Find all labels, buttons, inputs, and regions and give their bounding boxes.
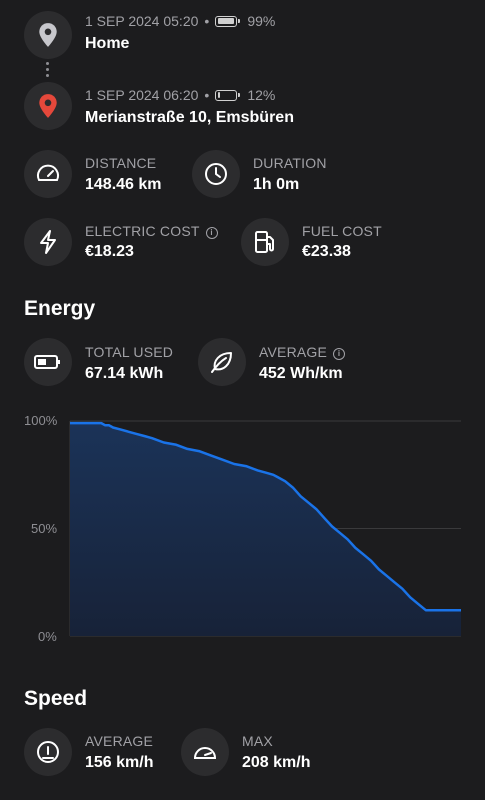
total-used-label: TOTAL USED xyxy=(85,344,174,360)
start-location-badge xyxy=(24,11,72,59)
electric-cost-badge xyxy=(24,218,72,266)
y-tick-label: 0% xyxy=(38,629,57,644)
speedometer-icon xyxy=(193,747,217,759)
total-used-badge xyxy=(24,338,72,386)
duration-badge xyxy=(192,150,240,198)
speed-max-label: MAX xyxy=(242,733,273,749)
fuel-pump-icon xyxy=(255,231,274,253)
end-location-badge xyxy=(24,82,72,130)
chart-gridlines xyxy=(69,420,461,637)
leaf-icon xyxy=(211,352,232,373)
end-datetime: 1 SEP 2024 06:20 xyxy=(85,87,199,103)
energy-section-title: Energy xyxy=(24,297,96,320)
clock-icon xyxy=(205,163,227,185)
separator-dot: • xyxy=(204,13,210,29)
battery-level-line xyxy=(70,421,461,612)
end-battery: 12% xyxy=(247,87,276,103)
battery-full-icon xyxy=(215,15,241,27)
battery-level-area xyxy=(70,423,461,636)
electric-cost-label: ELECTRIC COST i xyxy=(85,223,218,239)
info-icon[interactable]: i xyxy=(333,348,346,360)
total-used-value: 67.14 kWh xyxy=(85,365,164,382)
speed-max-badge xyxy=(181,728,229,776)
battery-low-icon xyxy=(215,89,241,101)
distance-label: DISTANCE xyxy=(85,155,157,171)
separator-dot: • xyxy=(204,87,210,103)
info-icon[interactable]: i xyxy=(205,227,218,239)
y-tick-label: 100% xyxy=(24,413,58,428)
location-pin-icon xyxy=(39,94,57,118)
fuel-cost-label: FUEL COST xyxy=(302,223,382,239)
end-meta: 1 SEP 2024 06:20 • 12% xyxy=(85,87,275,103)
start-battery: 99% xyxy=(247,13,276,29)
distance-badge xyxy=(24,150,72,198)
energy-average-label: AVERAGE i xyxy=(259,344,346,360)
location-pin-icon xyxy=(39,23,57,47)
speed-average-badge xyxy=(24,728,72,776)
speed-section-title: Speed xyxy=(24,687,88,710)
start-datetime: 1 SEP 2024 05:20 xyxy=(85,13,199,29)
route-connector xyxy=(46,62,50,77)
battery-icon xyxy=(34,355,60,369)
end-place: Merianstraße 10, Emsbüren xyxy=(85,109,294,126)
duration-value: 1h 0m xyxy=(253,176,300,193)
energy-average-label-text: AVERAGE xyxy=(259,344,328,360)
speed-average-label: AVERAGE xyxy=(85,733,154,749)
start-place: Home xyxy=(85,35,130,52)
start-meta: 1 SEP 2024 05:20 • 99% xyxy=(85,13,275,29)
fuel-cost-value: €23.38 xyxy=(302,243,351,260)
energy-average-value: 452 Wh/km xyxy=(259,365,343,382)
speed-average-value: 156 km/h xyxy=(85,754,154,771)
duration-label: DURATION xyxy=(253,155,327,171)
speedometer-icon xyxy=(37,164,59,181)
electric-cost-value: €18.23 xyxy=(85,243,134,260)
y-tick-label: 50% xyxy=(31,521,58,536)
electric-cost-label-text: ELECTRIC COST xyxy=(85,223,200,239)
fuel-cost-badge xyxy=(241,218,289,266)
lightning-bolt-icon xyxy=(40,230,56,254)
gauge-icon xyxy=(37,741,59,763)
distance-value: 148.46 km xyxy=(85,176,162,193)
speed-max-value: 208 km/h xyxy=(242,754,311,771)
energy-average-badge xyxy=(198,338,246,386)
